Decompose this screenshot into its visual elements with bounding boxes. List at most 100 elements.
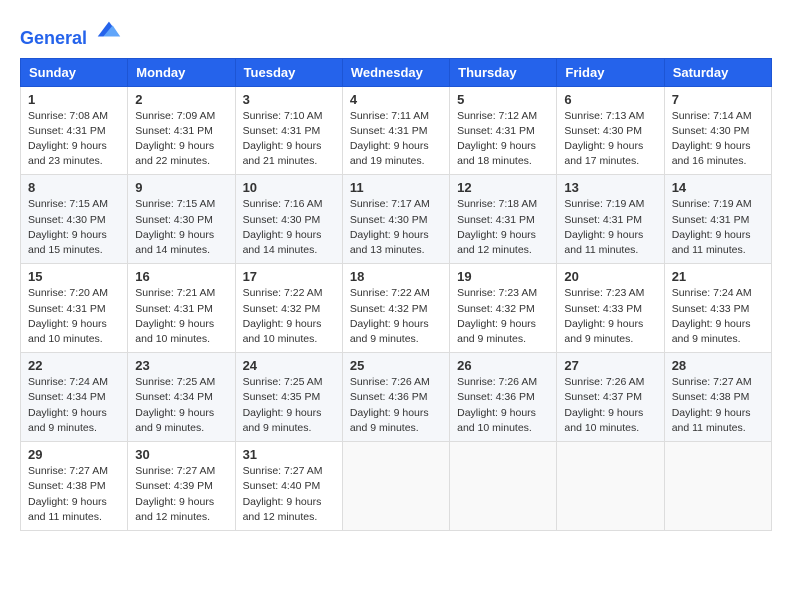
header-wednesday: Wednesday [342, 58, 449, 86]
calendar-cell: 29 Sunrise: 7:27 AMSunset: 4:38 PMDayligh… [21, 442, 128, 531]
calendar-cell: 12Sunrise: 7:18 AMSunset: 4:31 PMDayligh… [450, 175, 557, 264]
calendar-cell: 21 Sunrise: 7:24 AMSunset: 4:33 PMDayligh… [664, 264, 771, 353]
calendar-cell: 6 Sunrise: 7:13 AMSunset: 4:30 PMDaylight… [557, 86, 664, 175]
logo-text: General [20, 16, 122, 50]
calendar-week-row: 22 Sunrise: 7:24 AMSunset: 4:34 PMDayligh… [21, 353, 772, 442]
calendar-cell: 15Sunrise: 7:20 AMSunset: 4:31 PMDayligh… [21, 264, 128, 353]
page-header: General [20, 16, 772, 50]
day-number: 25 [350, 358, 442, 373]
header-friday: Friday [557, 58, 664, 86]
header-monday: Monday [128, 58, 235, 86]
day-number: 15 [28, 269, 120, 284]
calendar-cell: 25 Sunrise: 7:26 AMSunset: 4:36 PMDayligh… [342, 353, 449, 442]
day-number: 21 [672, 269, 764, 284]
day-number: 3 [243, 92, 335, 107]
day-number: 19 [457, 269, 549, 284]
cell-content: Sunrise: 7:27 AMSunset: 4:38 PMDaylight:… [672, 375, 764, 436]
cell-content: Sunrise: 7:25 AMSunset: 4:35 PMDaylight:… [243, 375, 335, 436]
day-number: 28 [672, 358, 764, 373]
cell-content: Sunrise: 7:24 AMSunset: 4:34 PMDaylight:… [28, 375, 120, 436]
cell-content: Sunrise: 7:26 AMSunset: 4:36 PMDaylight:… [457, 375, 549, 436]
day-number: 1 [28, 92, 120, 107]
cell-content: Sunrise: 7:27 AMSunset: 4:40 PMDaylight:… [243, 464, 335, 525]
cell-content: Sunrise: 7:21 AMSunset: 4:31 PMDaylight:… [135, 286, 227, 347]
calendar-week-row: 15Sunrise: 7:20 AMSunset: 4:31 PMDayligh… [21, 264, 772, 353]
logo: General [20, 16, 122, 50]
calendar-cell: 20 Sunrise: 7:23 AMSunset: 4:33 PMDayligh… [557, 264, 664, 353]
day-number: 9 [135, 180, 227, 195]
cell-content: Sunrise: 7:15 AMSunset: 4:30 PMDaylight:… [28, 197, 120, 258]
cell-content: Sunrise: 7:23 AMSunset: 4:32 PMDaylight:… [457, 286, 549, 347]
calendar-cell: 27 Sunrise: 7:26 AMSunset: 4:37 PMDayligh… [557, 353, 664, 442]
cell-content: Sunrise: 7:23 AMSunset: 4:33 PMDaylight:… [564, 286, 656, 347]
calendar-cell: 31 Sunrise: 7:27 AMSunset: 4:40 PMDayligh… [235, 442, 342, 531]
calendar-cell: 17Sunrise: 7:22 AMSunset: 4:32 PMDayligh… [235, 264, 342, 353]
day-number: 26 [457, 358, 549, 373]
calendar-table: SundayMondayTuesdayWednesdayThursdayFrid… [20, 58, 772, 531]
calendar-cell: 11Sunrise: 7:17 AMSunset: 4:30 PMDayligh… [342, 175, 449, 264]
day-number: 5 [457, 92, 549, 107]
header-sunday: Sunday [21, 58, 128, 86]
calendar-cell: 22 Sunrise: 7:24 AMSunset: 4:34 PMDayligh… [21, 353, 128, 442]
day-number: 27 [564, 358, 656, 373]
calendar-cell: 19 Sunrise: 7:23 AMSunset: 4:32 PMDayligh… [450, 264, 557, 353]
cell-content: Sunrise: 7:26 AMSunset: 4:37 PMDaylight:… [564, 375, 656, 436]
day-number: 8 [28, 180, 120, 195]
calendar-cell: 7Sunrise: 7:14 AMSunset: 4:30 PMDaylight… [664, 86, 771, 175]
cell-content: Sunrise: 7:08 AMSunset: 4:31 PMDaylight:… [28, 109, 120, 170]
cell-content: Sunrise: 7:09 AMSunset: 4:31 PMDaylight:… [135, 109, 227, 170]
calendar-cell: 30 Sunrise: 7:27 AMSunset: 4:39 PMDayligh… [128, 442, 235, 531]
calendar-cell [342, 442, 449, 531]
day-number: 22 [28, 358, 120, 373]
cell-content: Sunrise: 7:11 AMSunset: 4:31 PMDaylight:… [350, 109, 442, 170]
day-number: 29 [28, 447, 120, 462]
calendar-cell: 13 Sunrise: 7:19 AMSunset: 4:31 PMDayligh… [557, 175, 664, 264]
cell-content: Sunrise: 7:13 AMSunset: 4:30 PMDaylight:… [564, 109, 656, 170]
cell-content: Sunrise: 7:22 AMSunset: 4:32 PMDaylight:… [350, 286, 442, 347]
cell-content: Sunrise: 7:27 AMSunset: 4:38 PMDaylight:… [28, 464, 120, 525]
cell-content: Sunrise: 7:16 AMSunset: 4:30 PMDaylight:… [243, 197, 335, 258]
cell-content: Sunrise: 7:19 AMSunset: 4:31 PMDaylight:… [564, 197, 656, 258]
cell-content: Sunrise: 7:25 AMSunset: 4:34 PMDaylight:… [135, 375, 227, 436]
calendar-cell: 26 Sunrise: 7:26 AMSunset: 4:36 PMDayligh… [450, 353, 557, 442]
day-number: 20 [564, 269, 656, 284]
cell-content: Sunrise: 7:27 AMSunset: 4:39 PMDaylight:… [135, 464, 227, 525]
cell-content: Sunrise: 7:19 AMSunset: 4:31 PMDaylight:… [672, 197, 764, 258]
day-number: 13 [564, 180, 656, 195]
calendar-cell: 18 Sunrise: 7:22 AMSunset: 4:32 PMDayligh… [342, 264, 449, 353]
cell-content: Sunrise: 7:26 AMSunset: 4:36 PMDaylight:… [350, 375, 442, 436]
day-number: 2 [135, 92, 227, 107]
day-number: 14 [672, 180, 764, 195]
day-number: 16 [135, 269, 227, 284]
calendar-cell: 10Sunrise: 7:16 AMSunset: 4:30 PMDayligh… [235, 175, 342, 264]
calendar-cell [450, 442, 557, 531]
cell-content: Sunrise: 7:17 AMSunset: 4:30 PMDaylight:… [350, 197, 442, 258]
day-number: 30 [135, 447, 227, 462]
header-tuesday: Tuesday [235, 58, 342, 86]
cell-content: Sunrise: 7:24 AMSunset: 4:33 PMDaylight:… [672, 286, 764, 347]
day-number: 31 [243, 447, 335, 462]
calendar-cell [664, 442, 771, 531]
day-number: 6 [564, 92, 656, 107]
day-number: 17 [243, 269, 335, 284]
calendar-week-row: 1 Sunrise: 7:08 AMSunset: 4:31 PMDaylight… [21, 86, 772, 175]
calendar-week-row: 29 Sunrise: 7:27 AMSunset: 4:38 PMDayligh… [21, 442, 772, 531]
calendar-cell: 3 Sunrise: 7:10 AMSunset: 4:31 PMDaylight… [235, 86, 342, 175]
calendar-cell: 8 Sunrise: 7:15 AMSunset: 4:30 PMDaylight… [21, 175, 128, 264]
cell-content: Sunrise: 7:10 AMSunset: 4:31 PMDaylight:… [243, 109, 335, 170]
cell-content: Sunrise: 7:15 AMSunset: 4:30 PMDaylight:… [135, 197, 227, 258]
calendar-cell: 24Sunrise: 7:25 AMSunset: 4:35 PMDayligh… [235, 353, 342, 442]
header-saturday: Saturday [664, 58, 771, 86]
logo-icon [94, 16, 122, 44]
day-number: 18 [350, 269, 442, 284]
cell-content: Sunrise: 7:12 AMSunset: 4:31 PMDaylight:… [457, 109, 549, 170]
day-number: 12 [457, 180, 549, 195]
day-number: 4 [350, 92, 442, 107]
calendar-header-row: SundayMondayTuesdayWednesdayThursdayFrid… [21, 58, 772, 86]
calendar-cell [557, 442, 664, 531]
day-number: 23 [135, 358, 227, 373]
calendar-cell: 14 Sunrise: 7:19 AMSunset: 4:31 PMDayligh… [664, 175, 771, 264]
day-number: 7 [672, 92, 764, 107]
calendar-cell: 1 Sunrise: 7:08 AMSunset: 4:31 PMDaylight… [21, 86, 128, 175]
calendar-cell: 28 Sunrise: 7:27 AMSunset: 4:38 PMDayligh… [664, 353, 771, 442]
